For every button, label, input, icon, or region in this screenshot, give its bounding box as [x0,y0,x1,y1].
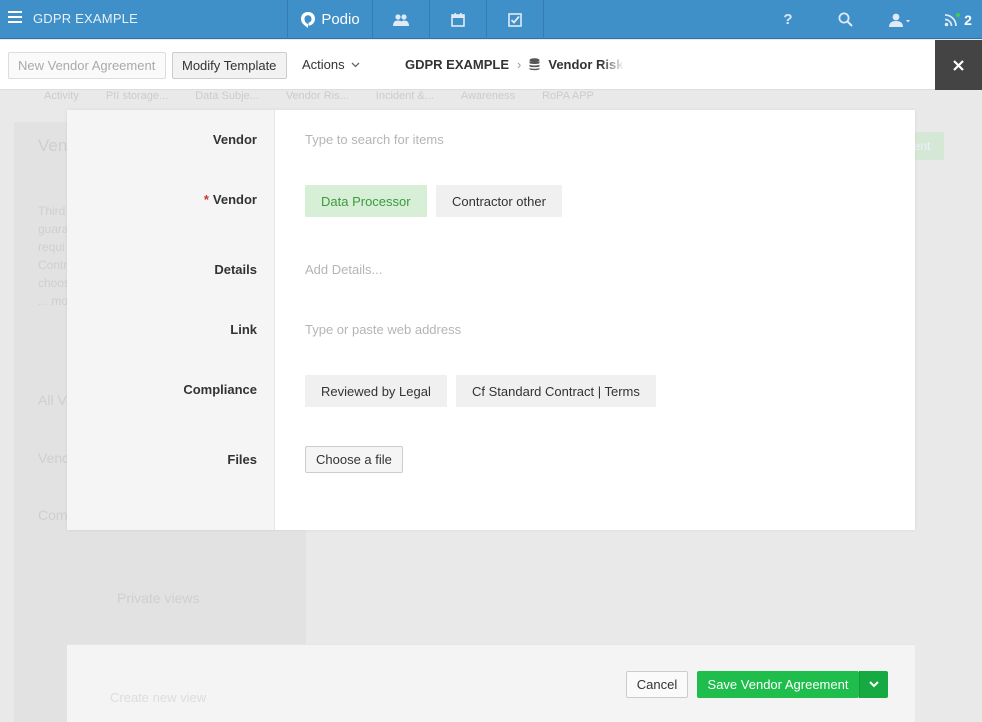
calendar-icon [451,12,465,27]
top-nav-bar: GDPR EXAMPLE Podio ? 2 [0,0,982,39]
database-icon [529,58,540,71]
new-vendor-agreement-button[interactable]: New Vendor Agreement [8,52,166,79]
app-toolbar: New Vendor Agreement Modify Template Act… [0,40,982,90]
tasks-check-icon [508,12,522,27]
vendor-option-data-processor[interactable]: Data Processor [305,185,427,217]
bg-tab: Data Subje... [195,90,259,102]
user-menu-icon[interactable] [886,0,916,39]
logo-text: Podio [321,11,360,28]
bg-desc-line: Third [38,204,66,218]
save-vendor-agreement-button[interactable]: Save Vendor Agreement [697,671,859,698]
field-label-vendor-type: * Vendor [203,192,257,207]
bg-create-new-view: Create new view [110,690,207,705]
chevron-down-icon [351,62,360,67]
bg-desc-line: ... mo [38,294,69,308]
link-input[interactable]: Type or paste web address [305,322,461,337]
breadcrumb-app[interactable]: Vendor Risk [548,57,623,72]
field-label-compliance: Compliance [183,382,257,397]
vendor-option-contractor-other[interactable]: Contractor other [436,185,562,217]
details-input[interactable]: Add Details... [305,262,382,277]
podio-logo-icon [301,11,316,28]
background-tabs: Activity PII storage... Data Subje... Ve… [44,90,594,110]
contacts-nav[interactable] [373,0,430,39]
breadcrumb: GDPR EXAMPLE › Vendor Risk [405,57,625,72]
chevron-right-icon: › [517,57,522,72]
bg-comp: Com [38,507,68,523]
field-label-details: Details [214,262,257,277]
bg-desc-line: guara [38,222,69,236]
bg-tab: Incident &... [375,90,434,102]
bg-desc-line: choos [38,276,71,290]
bg-desc-line: requi [38,240,65,254]
podio-logo[interactable]: Podio [287,0,373,39]
help-icon[interactable]: ? [777,0,799,39]
bg-tab: Activity [44,90,79,102]
modal-footer: Create new view Cancel Save Vendor Agree… [67,644,915,722]
actions-label: Actions [302,57,345,72]
close-icon [953,59,964,71]
bg-vend: Vend [38,450,70,466]
tasks-nav[interactable] [487,0,544,39]
bg-tab: RoPA APP [542,90,594,102]
bg-desc-line: Contr [38,258,68,272]
vendor-search-input[interactable]: Type to search for items [305,132,444,147]
required-marker: * [203,192,209,207]
item-form-modal: Vendor Type to search for items * Vendor … [67,110,915,530]
compliance-option-reviewed-by-legal[interactable]: Reviewed by Legal [305,375,447,407]
feed-signal-icon [944,12,961,26]
field-label-vendor-ref: Vendor [212,132,257,147]
bg-tab: Vendor Ris... [285,90,349,102]
label-column [67,110,275,530]
menu-icon[interactable] [8,11,22,25]
choose-file-button[interactable]: Choose a file [305,446,403,473]
save-options-dropdown[interactable] [859,671,888,698]
bg-all-views: All V [38,392,67,408]
contacts-icon [393,13,409,26]
breadcrumb-workspace[interactable]: GDPR EXAMPLE [405,57,509,72]
bg-tab: Awareness [460,90,516,102]
nav-center: Podio [287,0,544,39]
notification-count: 2 [964,11,972,28]
compliance-option-standard-contract[interactable]: Cf Standard Contract | Terms [456,375,656,407]
cancel-button[interactable]: Cancel [626,671,688,698]
modify-template-button[interactable]: Modify Template [172,52,287,79]
actions-dropdown[interactable]: Actions [302,57,360,72]
calendar-nav[interactable] [430,0,487,39]
search-icon[interactable] [834,0,856,39]
close-button[interactable] [935,40,982,90]
workspace-title[interactable]: GDPR EXAMPLE [33,11,138,26]
notifications[interactable]: 2 [938,0,978,39]
chevron-down-icon [869,681,879,688]
field-label-files: Files [227,452,257,467]
bg-tab: PII storage... [105,90,169,102]
bg-private-views: Private views [117,590,200,606]
field-label-link: Link [230,322,257,337]
